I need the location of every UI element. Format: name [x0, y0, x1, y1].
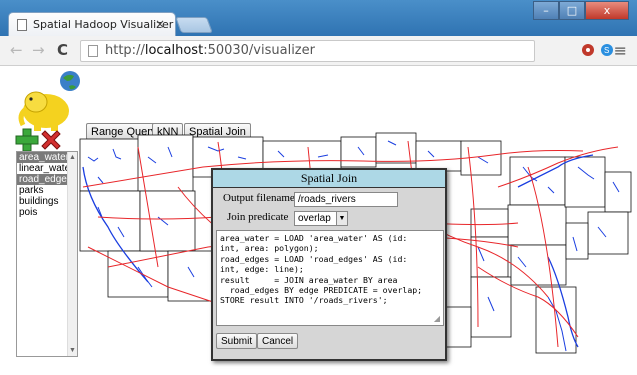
pigeon-script-textarea[interactable]: area_water = LOAD 'area_water' AS (id: i…	[216, 230, 444, 326]
remove-layer-icon[interactable]	[39, 128, 63, 152]
browser-titlebar: Spatial Hadoop Visualizer × – □ x	[0, 0, 637, 36]
map-tile	[509, 156, 566, 206]
url-protocol: http://	[105, 43, 145, 58]
browser-toolbar: ← → C http://localhost:50030/visualizer …	[0, 36, 637, 66]
map-tile	[587, 211, 629, 255]
maximize-button[interactable]: □	[559, 1, 585, 20]
forward-icon[interactable]: →	[32, 41, 45, 59]
map-tile	[137, 134, 194, 192]
page-content: Range Query kNN Spatial Join area_water …	[0, 67, 637, 375]
map-tile	[470, 276, 512, 338]
spatial-join-dialog: Spatial Join Output filename /roads_rive…	[211, 168, 447, 361]
map-tile	[167, 250, 214, 302]
menu-icon[interactable]: ≡	[614, 41, 627, 60]
extension-icon[interactable]	[580, 42, 596, 58]
output-filename-input[interactable]: /roads_rivers	[294, 192, 398, 207]
map-tile	[470, 208, 509, 238]
map-tile	[79, 190, 141, 252]
url-host: localhost	[144, 43, 204, 58]
window-controls: – □ x	[533, 1, 629, 21]
url-path: :50030/visualizer	[203, 43, 315, 58]
page-icon	[17, 19, 27, 31]
map-tile	[564, 156, 606, 208]
spatial-hadoop-logo-icon	[18, 71, 80, 131]
tab-title: Spatial Hadoop Visualizer	[33, 18, 174, 31]
map-tile	[107, 250, 169, 298]
minimize-button[interactable]: –	[533, 1, 559, 20]
map-tile	[79, 138, 141, 192]
skype-icon[interactable]: S	[599, 42, 615, 58]
join-predicate-select[interactable]: overlap ▼	[294, 211, 348, 226]
browser-tab[interactable]: Spatial Hadoop Visualizer ×	[8, 12, 176, 36]
map-tile	[340, 136, 377, 168]
layer-list-scrollbar[interactable]: ▲ ▼	[67, 152, 77, 356]
resize-grip-icon[interactable]: ◢	[434, 314, 440, 323]
layer-list[interactable]: area_water linear_water road_edges parks…	[16, 151, 78, 357]
map-tile	[139, 190, 196, 252]
add-layer-icon[interactable]	[15, 128, 39, 152]
map-tile	[415, 140, 462, 172]
address-bar[interactable]: http://localhost:50030/visualizer	[80, 40, 535, 62]
tab-close-icon[interactable]: ×	[155, 17, 165, 31]
scroll-up-icon[interactable]: ▲	[69, 154, 76, 161]
close-window-button[interactable]: x	[585, 1, 629, 20]
join-predicate-value: overlap	[298, 213, 331, 224]
map-tile	[565, 222, 589, 260]
new-tab-button[interactable]	[175, 17, 213, 33]
svg-text:S: S	[604, 46, 609, 55]
join-predicate-label: Join predicate	[227, 211, 289, 223]
back-icon[interactable]: ←	[10, 41, 23, 59]
dialog-title: Spatial Join	[213, 170, 445, 188]
map-tile	[604, 171, 632, 213]
scroll-down-icon[interactable]: ▼	[69, 347, 76, 354]
page-info-icon[interactable]	[88, 45, 98, 57]
cancel-button[interactable]: Cancel	[257, 333, 299, 349]
map-tile	[507, 204, 567, 246]
output-filename-label: Output filename	[223, 192, 295, 204]
reload-icon[interactable]: C	[57, 41, 68, 59]
chevron-down-icon[interactable]: ▼	[336, 212, 347, 225]
submit-button[interactable]: Submit	[216, 333, 258, 349]
map-tile	[510, 244, 567, 286]
